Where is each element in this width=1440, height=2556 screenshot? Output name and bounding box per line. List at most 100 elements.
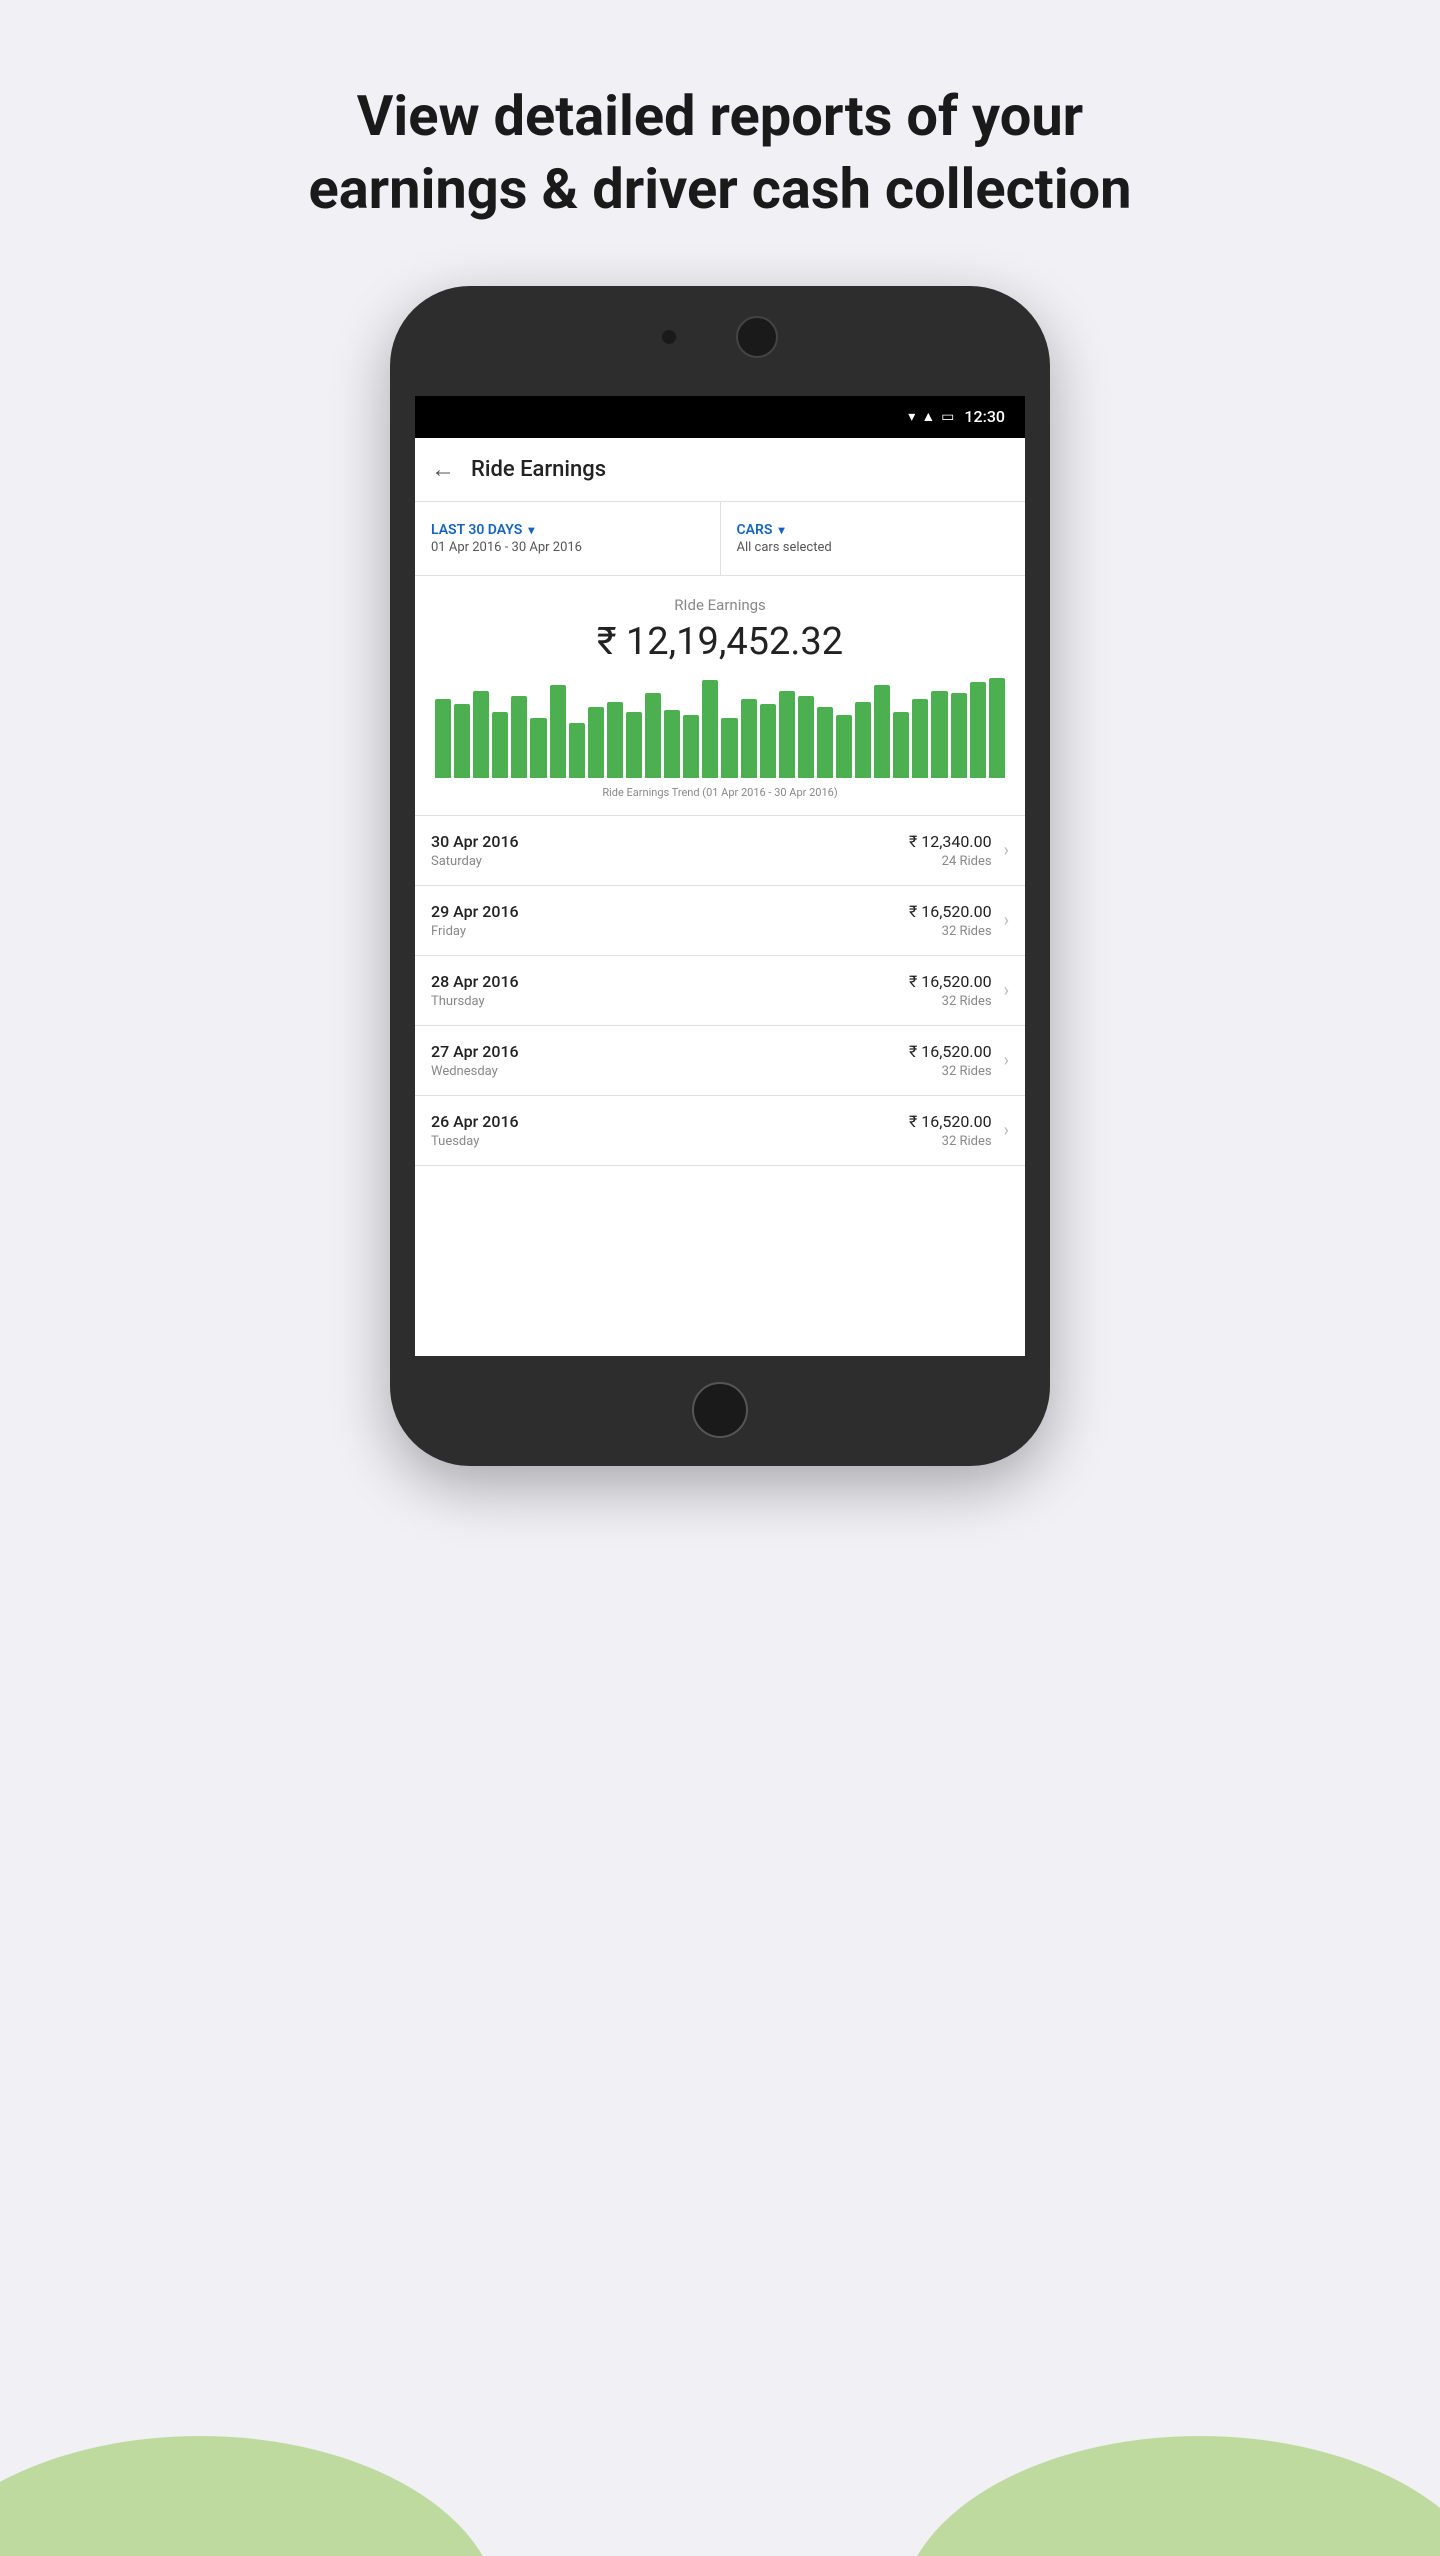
earnings-row[interactable]: 26 Apr 2016 Tuesday ₹ 16,520.00 32 Rides… [415,1096,1025,1166]
filter-row: LAST 30 DAYS ▾ 01 Apr 2016 - 30 Apr 2016… [415,502,1025,576]
row-date: 27 Apr 2016 [431,1042,519,1061]
chart-bar [741,699,757,777]
battery-icon: ▭ [941,409,954,425]
row-right: ₹ 12,340.00 24 Rides › [909,832,1009,869]
row-chevron-icon: › [1004,1050,1009,1071]
phone-top-bar [390,316,1050,358]
chart-bar [817,707,833,778]
row-right: ₹ 16,520.00 32 Rides › [909,902,1009,939]
row-chevron-icon: › [1004,980,1009,1001]
row-amount: ₹ 16,520.00 [909,1042,992,1061]
status-time: 12:30 [964,407,1005,426]
chart-bar [912,699,928,777]
row-right: ₹ 16,520.00 32 Rides › [909,1112,1009,1149]
earnings-label: RIde Earnings [431,596,1009,614]
chart-bar [664,710,680,777]
period-dropdown-arrow: ▾ [528,523,534,537]
row-rides: 32 Rides [909,1134,992,1149]
chart-bar [779,691,795,778]
row-day: Tuesday [431,1134,519,1149]
row-amount: ₹ 16,520.00 [909,972,992,991]
period-filter-label: LAST 30 DAYS ▾ [431,522,704,538]
chart-bar [760,704,776,778]
row-amount-col: ₹ 16,520.00 32 Rides [909,902,992,939]
row-right: ₹ 16,520.00 32 Rides › [909,972,1009,1009]
chart-bar [855,702,871,778]
page-heading: View detailed reports of your earnings &… [308,80,1131,226]
row-chevron-icon: › [1004,840,1009,861]
chart-bar [989,678,1005,778]
cars-filter-label: CARS ▾ [737,522,1010,538]
row-left: 29 Apr 2016 Friday [431,902,519,939]
row-chevron-icon: › [1004,1120,1009,1141]
chart-bar [511,696,527,778]
row-rides: 32 Rides [909,924,992,939]
status-bar: ▾ ▲ ▭ 12:30 [415,396,1025,438]
row-amount-col: ₹ 12,340.00 24 Rides [909,832,992,869]
chart-bar [951,693,967,778]
row-date: 26 Apr 2016 [431,1112,519,1131]
row-chevron-icon: › [1004,910,1009,931]
earnings-row[interactable]: 28 Apr 2016 Thursday ₹ 16,520.00 32 Ride… [415,956,1025,1026]
period-filter-sub: 01 Apr 2016 - 30 Apr 2016 [431,540,704,555]
front-camera [662,330,676,344]
chart-bar [683,715,699,778]
wifi-icon: ▾ [908,409,915,425]
row-rides: 32 Rides [909,1064,992,1079]
home-button[interactable] [692,1382,748,1438]
row-amount-col: ₹ 16,520.00 32 Rides [909,1112,992,1149]
row-day: Friday [431,924,519,939]
cars-filter[interactable]: CARS ▾ All cars selected [721,502,1026,575]
row-day: Wednesday [431,1064,519,1079]
chart-bar [970,682,986,778]
phone-mockup: ▾ ▲ ▭ 12:30 ← Ride Earnings LAST 30 DAYS… [390,286,1050,1466]
chart-bar [530,718,546,778]
chart-bar [702,680,718,778]
chart-bar [569,723,585,777]
chart-bar [454,704,470,778]
row-day: Thursday [431,994,519,1009]
row-amount: ₹ 16,520.00 [909,1112,992,1131]
chart-bar [931,691,947,778]
earnings-row[interactable]: 29 Apr 2016 Friday ₹ 16,520.00 32 Rides … [415,886,1025,956]
earnings-row[interactable]: 27 Apr 2016 Wednesday ₹ 16,520.00 32 Rid… [415,1026,1025,1096]
signal-icon: ▲ [921,408,935,425]
period-filter[interactable]: LAST 30 DAYS ▾ 01 Apr 2016 - 30 Apr 2016 [415,502,721,575]
row-amount: ₹ 12,340.00 [909,832,992,851]
chart-bar [645,693,661,778]
row-day: Saturday [431,854,519,869]
chart-bar [435,699,451,777]
row-amount: ₹ 16,520.00 [909,902,992,921]
row-rides: 32 Rides [909,994,992,1009]
earnings-row[interactable]: 30 Apr 2016 Saturday ₹ 12,340.00 24 Ride… [415,816,1025,886]
earnings-summary: RIde Earnings ₹ 12,19,452.32 Ride Earnin… [415,576,1025,816]
row-amount-col: ₹ 16,520.00 32 Rides [909,972,992,1009]
row-date: 30 Apr 2016 [431,832,519,851]
home-sensor [736,316,778,358]
chart-bar [588,707,604,778]
earnings-list: 30 Apr 2016 Saturday ₹ 12,340.00 24 Ride… [415,816,1025,1166]
chart-bar [721,718,737,778]
row-amount-col: ₹ 16,520.00 32 Rides [909,1042,992,1079]
back-button[interactable]: ← [431,455,455,484]
chart-date-label: Ride Earnings Trend (01 Apr 2016 - 30 Ap… [431,786,1009,799]
cars-filter-sub: All cars selected [737,540,1010,555]
chart-bar [473,691,489,778]
row-rides: 24 Rides [909,854,992,869]
cars-dropdown-arrow: ▾ [778,523,784,537]
row-left: 28 Apr 2016 Thursday [431,972,519,1009]
row-left: 26 Apr 2016 Tuesday [431,1112,519,1149]
chart-bar [836,715,852,778]
chart-bar [607,702,623,778]
chart-bar [798,696,814,778]
row-left: 27 Apr 2016 Wednesday [431,1042,519,1079]
chart-bar [492,712,508,777]
row-date: 29 Apr 2016 [431,902,519,921]
row-date: 28 Apr 2016 [431,972,519,991]
earnings-amount: ₹ 12,19,452.32 [431,620,1009,664]
app-bar-title: Ride Earnings [471,457,606,482]
chart-bar [874,685,890,777]
chart-bar [550,685,566,777]
row-left: 30 Apr 2016 Saturday [431,832,519,869]
phone-screen: ▾ ▲ ▭ 12:30 ← Ride Earnings LAST 30 DAYS… [415,396,1025,1356]
